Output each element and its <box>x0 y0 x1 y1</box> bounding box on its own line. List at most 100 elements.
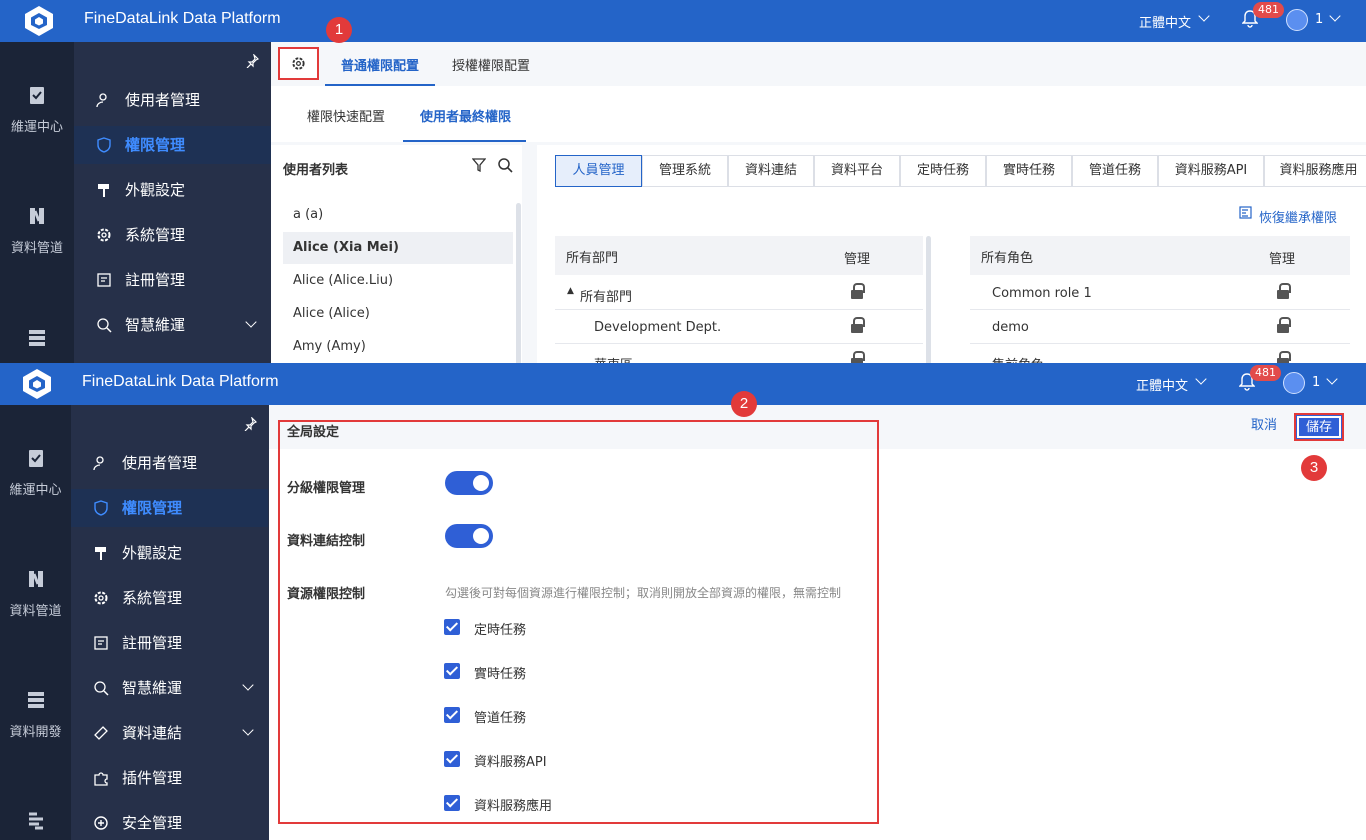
tab-general-permission[interactable]: 普通權限配置 <box>341 55 419 74</box>
scrollbar[interactable] <box>516 203 521 363</box>
tabs-bar: 普通權限配置 授權權限配置 <box>271 42 1366 86</box>
column-header: 所有角色 <box>981 251 1034 266</box>
perm-tab[interactable]: 管理系統 <box>642 155 728 187</box>
chevron-down-icon[interactable] <box>245 316 257 328</box>
restore-icon[interactable] <box>1239 206 1252 219</box>
app-title: FineDataLink Data Platform <box>82 373 279 390</box>
rail-item-pipeline[interactable]: 資料管道 <box>0 568 71 619</box>
table-row[interactable]: ▲ 所有部門 <box>555 276 923 310</box>
user-list-item[interactable]: a (a) <box>283 199 513 231</box>
rail-item-ops[interactable]: 維運中心 <box>0 84 74 135</box>
icon-rail: 維運中心 資料管道 資料開發 <box>0 405 71 840</box>
gear-icon <box>97 228 111 242</box>
checkbox-pipeline-task[interactable] <box>444 707 460 723</box>
filter-icon[interactable] <box>472 158 486 172</box>
perm-tab[interactable]: 人員管理 <box>555 155 642 187</box>
table-header: 所有角色 管理 <box>970 236 1350 275</box>
table-row[interactable]: 華東區 <box>555 344 923 363</box>
hierarchy-toggle[interactable] <box>445 471 493 495</box>
menu-item-user-management[interactable]: 使用者管理 <box>74 81 271 119</box>
perm-tab[interactable]: 資料服務應用 <box>1264 155 1366 187</box>
checkbox-data-service-api[interactable] <box>444 751 460 767</box>
menu-item-smart-ops[interactable]: 智慧維運 <box>74 306 271 344</box>
perm-tab[interactable]: 管道任務 <box>1072 155 1158 187</box>
cancel-button[interactable]: 取消 <box>1239 413 1289 441</box>
perm-tab[interactable]: 資料服務API <box>1158 155 1264 187</box>
database-icon <box>27 692 44 708</box>
user-list-item[interactable]: Alice (Alice) <box>283 298 513 330</box>
table-row[interactable]: Development Dept. <box>555 310 923 344</box>
tab-final-permission[interactable]: 使用者最終權限 <box>420 106 511 125</box>
menu-item-security[interactable]: 安全管理 <box>71 804 268 840</box>
tab-quick-config[interactable]: 權限快速配置 <box>307 106 385 125</box>
connection-control-toggle[interactable] <box>445 524 493 548</box>
user-list-title: 使用者列表 <box>283 163 349 178</box>
menu-item-data-connection[interactable]: 資料連結 <box>71 714 268 752</box>
avatar[interactable] <box>1283 372 1305 394</box>
user-list-item[interactable]: Alice (Xia Mei) <box>283 232 513 264</box>
language-selector[interactable]: 正體中文 <box>1136 375 1188 394</box>
menu-item-register[interactable]: 註冊管理 <box>74 261 271 299</box>
rail-item-dev[interactable]: 資料開發 <box>0 689 71 740</box>
checkbox-data-service-app[interactable] <box>444 795 460 811</box>
restore-inheritance-link[interactable]: 恢復繼承權限 <box>1259 207 1337 226</box>
menu-label: 使用者管理 <box>125 91 201 109</box>
table-row[interactable]: demo <box>970 310 1350 344</box>
user-icon <box>96 93 107 108</box>
rail-label: 維運中心 <box>9 483 62 498</box>
menu-item-system[interactable]: 系統管理 <box>71 579 268 617</box>
chevron-down-icon[interactable] <box>1195 373 1207 385</box>
menu-item-permission-management[interactable]: 權限管理 <box>71 489 268 527</box>
save-button[interactable]: 儲存 <box>1294 413 1344 441</box>
global-settings-button[interactable] <box>278 47 319 80</box>
perm-tab[interactable]: 實時任務 <box>986 155 1072 187</box>
menu-item-user-management[interactable]: 使用者管理 <box>71 444 268 482</box>
user-list-item[interactable]: Amy (Amy) <box>283 331 513 363</box>
menu-label: 插件管理 <box>122 769 183 787</box>
table-row[interactable]: 售前角色 <box>970 344 1350 363</box>
avatar[interactable] <box>1286 9 1308 31</box>
pin-icon[interactable] <box>245 54 259 68</box>
checkbox-realtime-task[interactable] <box>444 663 460 679</box>
pin-icon[interactable] <box>243 417 257 431</box>
perm-tab[interactable]: 資料連結 <box>728 155 814 187</box>
rail-item-ops[interactable]: 維運中心 <box>0 447 71 498</box>
rail-item-pipeline[interactable]: 資料管道 <box>0 205 74 256</box>
chevron-down-icon[interactable] <box>242 679 254 691</box>
permission-pane: 人員管理 管理系統 資料連結 資料平台 定時任務 實時任務 管道任務 資料服務A… <box>537 145 1366 363</box>
security-icon <box>94 816 108 830</box>
menu-item-permission-management[interactable]: 權限管理 <box>74 126 271 164</box>
search-icon[interactable] <box>497 157 513 173</box>
user-list-item[interactable]: Alice (Alice.Liu) <box>283 265 513 297</box>
table-row[interactable]: Common role 1 <box>970 276 1350 310</box>
user-name[interactable]: 1 <box>1312 375 1320 390</box>
scrollbar[interactable] <box>926 236 931 363</box>
logo-icon <box>23 369 51 399</box>
chevron-down-icon[interactable] <box>1198 10 1210 22</box>
rail-item-dev[interactable] <box>0 327 74 359</box>
chevron-down-icon[interactable] <box>1326 373 1338 385</box>
menu-item-appearance[interactable]: 外觀設定 <box>71 534 268 572</box>
menu-item-plugin[interactable]: 插件管理 <box>71 759 268 797</box>
tab-grant-permission[interactable]: 授權權限配置 <box>452 55 530 74</box>
lock-icon <box>851 317 865 333</box>
menu-item-register[interactable]: 註冊管理 <box>71 624 268 662</box>
menu-item-appearance[interactable]: 外觀設定 <box>74 171 271 209</box>
caret-down-icon[interactable]: ▲ <box>567 286 574 296</box>
language-selector[interactable]: 正體中文 <box>1139 12 1191 31</box>
menu-item-system[interactable]: 系統管理 <box>74 216 271 254</box>
rail-item-more[interactable] <box>0 810 71 840</box>
user-name[interactable]: 1 <box>1315 12 1323 27</box>
hierarchy-label: 分級權限管理 <box>287 481 366 496</box>
perm-tab[interactable]: 資料平台 <box>814 155 900 187</box>
clipboard-check-icon <box>30 87 44 104</box>
perm-tab[interactable]: 定時任務 <box>900 155 986 187</box>
chevron-down-icon[interactable] <box>1329 10 1341 22</box>
role-name: 售前角色 <box>992 354 1044 363</box>
gear-icon <box>94 591 108 605</box>
menu-item-smart-ops[interactable]: 智慧維運 <box>71 669 268 707</box>
checkbox-scheduled-task[interactable] <box>444 619 460 635</box>
clipboard-check-icon <box>28 450 43 467</box>
paint-roller-icon <box>98 184 109 197</box>
chevron-down-icon[interactable] <box>242 724 254 736</box>
